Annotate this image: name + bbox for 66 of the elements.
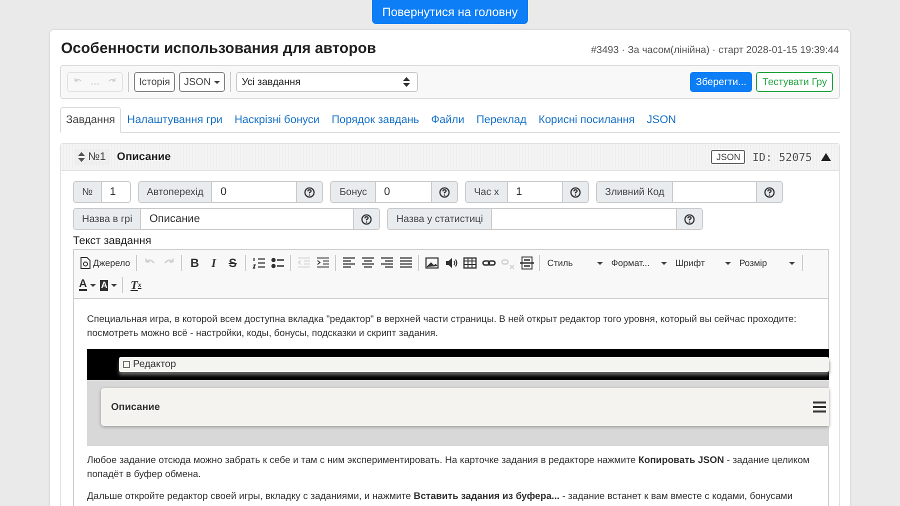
help-icon	[439, 186, 450, 198]
tab[interactable]: Завдання	[60, 107, 122, 133]
history-button[interactable]: Історія	[134, 72, 176, 92]
field-label: №	[73, 181, 101, 203]
tab[interactable]: Порядок завдань	[326, 107, 426, 133]
task-name: Описание	[116, 151, 171, 163]
collapse-icon[interactable]	[821, 153, 831, 161]
page-title: Особенности использования для авторов	[61, 40, 376, 57]
game-info: #3493 · За часом(лінійна) · старт 2028-01-15 19:39:44	[591, 45, 839, 56]
help-icon	[361, 214, 372, 224]
help-icon	[684, 214, 695, 224]
input-field[interactable]: 0	[375, 181, 432, 203]
task-id: ID: 52075	[752, 150, 812, 164]
paragraph: Дальше откройте редактор своей игры, вкладку с заданиями, и нажмите Вставить задания из буфера... - задание встанет к вам вместе с кодами, бонусами	[87, 490, 794, 504]
paragraph: Любое задание отсюда можно забрать к себе и там с ним экспериментировать. На карточке задания в редакторе нажмите Копировать JSON - задание целиком попадёт в буфер обмена.	[87, 454, 810, 482]
input-field[interactable]: 0	[211, 181, 298, 203]
help-button[interactable]	[297, 181, 324, 203]
dropdown[interactable]: Розмір	[735, 254, 800, 272]
field-label: Текст завдання	[73, 235, 152, 247]
card-title: Описание	[111, 402, 160, 412]
field-label: Бонус	[330, 181, 376, 203]
json-button[interactable]: JSON	[711, 150, 746, 164]
tab[interactable]: Наскрізні бонуси	[228, 107, 326, 133]
color-button[interactable]: A	[77, 275, 98, 295]
color-button[interactable]: A	[98, 275, 120, 295]
help-icon	[570, 186, 582, 198]
input-field[interactable]: Описание	[140, 208, 354, 230]
help-button[interactable]	[563, 181, 590, 203]
dropdown[interactable]: Стиль	[543, 254, 608, 272]
input-field[interactable]	[672, 181, 758, 203]
tab[interactable]: JSON	[640, 107, 682, 133]
help-button[interactable]	[677, 208, 703, 230]
format-button[interactable]: B	[185, 253, 204, 273]
json-dropdown-button[interactable]: JSON	[179, 72, 225, 92]
help-button[interactable]	[757, 181, 784, 203]
dropdown[interactable]: Шрифт	[671, 254, 736, 272]
task-number-handle[interactable]: №1	[74, 149, 110, 165]
tab[interactable]: Налаштування гри	[121, 107, 228, 133]
tab[interactable]: Корисні посилання	[532, 107, 641, 133]
sort-icon	[78, 152, 85, 162]
format-button[interactable]: S	[223, 253, 242, 273]
dropdown[interactable]: Формат...	[607, 254, 672, 272]
help-button[interactable]	[432, 181, 458, 203]
tab[interactable]: Файли	[425, 107, 470, 133]
format-button[interactable]: I	[204, 253, 224, 273]
input-field[interactable]: 1	[507, 181, 564, 203]
back-home-button[interactable]: Повернутися на головну	[372, 0, 528, 24]
help-button[interactable]	[354, 208, 380, 230]
paragraph: Специальная игра, в которой всем доступна вкладка "редактор" в верхней части страницы. В ней открыт редактор того уровня, который вы сейчас проходите: посмотреть можно всё - настройки, коды, бонусы, подсказки и скрипт задания.	[87, 313, 798, 341]
help-icon	[304, 186, 316, 198]
input-field[interactable]: 1	[100, 181, 131, 203]
save-button[interactable]: Зберегти...	[690, 72, 752, 92]
document-icon	[80, 257, 91, 269]
select-arrows-icon	[402, 77, 410, 87]
field-label: Час x	[465, 181, 508, 203]
help-icon	[764, 186, 776, 198]
field-label: Назва в грі	[73, 208, 140, 230]
source-button[interactable]: Джерело	[77, 253, 134, 273]
field-label: Назва у статистиці	[387, 208, 491, 230]
menu-label: Редактор	[133, 359, 176, 370]
field-label: Автоперехід	[138, 181, 212, 203]
menu-icon	[813, 401, 826, 413]
task-select[interactable]: Усі завдання	[236, 72, 418, 92]
field-label: Зливний Код	[596, 181, 672, 203]
input-field[interactable]	[491, 208, 677, 230]
tab[interactable]: Переклад	[470, 107, 533, 133]
